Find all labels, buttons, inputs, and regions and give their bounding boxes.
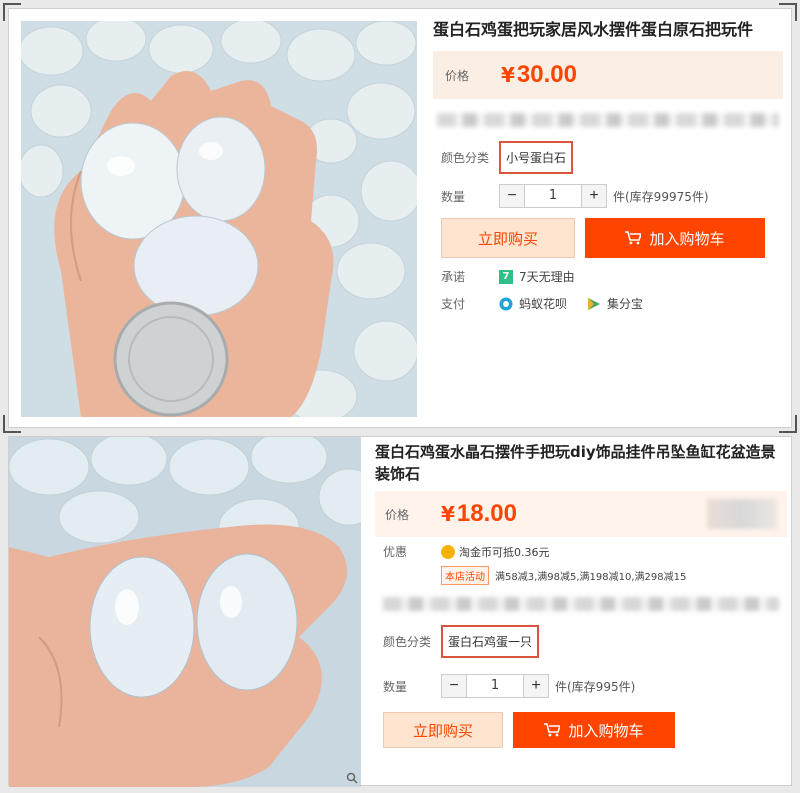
currency-symbol: ¥ [441,502,455,526]
frame-corner [779,415,797,433]
price-label: 价格 [445,68,470,83]
add-to-cart-label: 加入购物车 [649,229,725,248]
price-box: 价格 ¥ 18.00 [375,491,787,537]
quantity-stepper: − 1 + [499,184,607,208]
promo-tag[interactable]: 本店活动 [441,566,489,585]
product-photo-1[interactable] [21,21,417,417]
seven-day-icon: 7 [499,269,513,284]
promo-row: 本店活动 满58减3,满98减5,满198减10,满298减15 [441,566,779,585]
quantity-decrease-button[interactable]: − [499,184,525,208]
listing-panel-2: 蛋白石鸡蛋水晶石摆件手把玩diy饰品挂件吊坠鱼缸花盆造景装饰石 价格 ¥ 18.… [8,436,792,787]
quantity-increase-button[interactable]: + [581,184,607,208]
promise-label: 承诺 [441,270,466,284]
buy-now-button[interactable]: 立即购买 [441,218,575,258]
stock-text: 件(库存995件) [555,679,636,694]
quantity-increase-button[interactable]: + [523,674,549,698]
coin-text: 淘金币可抵0.36元 [459,545,550,559]
listing-panel-1: 蛋白石鸡蛋把玩家居风水摆件蛋白原石把玩件 价格 ¥ 30.00 颜色分类 小号蛋… [3,3,797,433]
quantity-row: 数量 − 1 + 件(库存995件) [383,674,779,698]
price-box: 价格 ¥ 30.00 [433,51,783,99]
payment-option-jifenbao-label: 集分宝 [607,297,644,311]
product-photo-2[interactable] [9,437,361,787]
action-buttons: 立即购买 加入购物车 [441,218,775,258]
blurred-sales-info [707,499,777,529]
product-title[interactable]: 蛋白石鸡蛋水晶石摆件手把玩diy饰品挂件吊坠鱼缸花盆造景装饰石 [375,441,787,485]
color-row: 颜色分类 小号蛋白石 [441,141,775,174]
discount-label: 优惠 [383,545,408,559]
stock-text: 件(库存99975件) [613,189,709,204]
currency-symbol: ¥ [501,63,515,87]
quantity-decrease-button[interactable]: − [441,674,467,698]
payment-row: 支付 蚂蚁花呗 集分宝 [441,295,775,312]
quantity-row: 数量 − 1 + 件(库存99975件) [441,184,775,208]
color-option-chip[interactable]: 小号蛋白石 [499,141,574,174]
add-to-cart-button[interactable]: 加入购物车 [585,218,765,258]
cart-icon [544,723,561,737]
color-row: 颜色分类 蛋白石鸡蛋一只 [383,625,779,658]
price-value: 18.00 [456,500,517,527]
promise-item[interactable]: 7 7天无理由 [499,268,575,285]
payment-option-huabei-label: 蚂蚁花呗 [519,297,568,311]
quantity-label: 数量 [383,679,408,694]
jifenbao-icon [588,297,601,310]
quantity-input[interactable]: 1 [467,674,523,698]
magnifier-icon[interactable] [346,772,358,784]
product-title[interactable]: 蛋白石鸡蛋把玩家居风水摆件蛋白原石把玩件 [433,19,783,41]
discount-row: 优惠 淘金币可抵0.36元 [383,543,779,560]
payment-label: 支付 [441,297,466,311]
color-label: 颜色分类 [383,635,432,649]
quantity-label: 数量 [441,189,466,204]
promo-text: 满58减3,满98减5,满198减10,满298减15 [495,572,687,583]
buy-now-button[interactable]: 立即购买 [383,712,503,748]
huabei-icon [499,297,513,310]
color-option-chip[interactable]: 蛋白石鸡蛋一只 [441,625,540,658]
cart-icon [625,231,642,245]
price-value: 30.00 [516,61,577,88]
payment-option-jifenbao[interactable]: 集分宝 [587,295,643,312]
payment-option-huabei[interactable]: 蚂蚁花呗 [499,295,567,312]
color-label: 颜色分类 [441,151,490,165]
taojinbi-coin-icon [441,544,455,559]
frame-corner [3,415,21,433]
quantity-input[interactable]: 1 [525,184,581,208]
add-to-cart-label: 加入购物车 [568,721,644,740]
blurred-info-row [383,597,779,611]
add-to-cart-button[interactable]: 加入购物车 [513,712,675,748]
promise-row: 承诺 7 7天无理由 [441,268,775,285]
promise-text: 7天无理由 [519,270,575,284]
action-buttons: 立即购买 加入购物车 [383,712,779,748]
price-label: 价格 [385,507,410,522]
blurred-info-row [437,113,779,127]
quantity-stepper: − 1 + [441,674,549,698]
product-info-1: 蛋白石鸡蛋把玩家居风水摆件蛋白原石把玩件 价格 ¥ 30.00 颜色分类 小号蛋… [433,19,783,322]
frame-corner [3,3,21,21]
product-info-2: 蛋白石鸡蛋水晶石摆件手把玩diy饰品挂件吊坠鱼缸花盆造景装饰石 价格 ¥ 18.… [375,441,787,758]
